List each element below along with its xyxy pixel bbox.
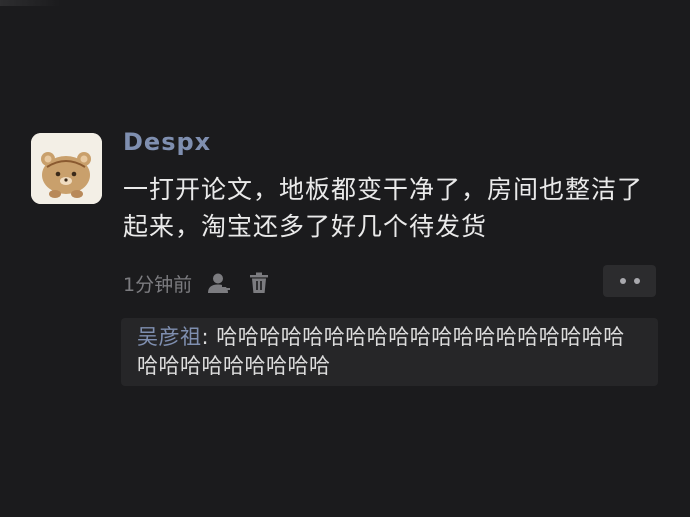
more-dots-icon (633, 278, 640, 284)
post-time: 1分钟前 (123, 273, 193, 296)
moment-post: Despx 一打开论文，地板都变干净了，房间也整洁了起来，淘宝还多了好几个待发货… (0, 0, 690, 517)
more-button[interactable] (603, 265, 656, 297)
avatar[interactable] (31, 133, 102, 204)
comment-author[interactable]: 吴彦祖 (137, 325, 202, 349)
bear-avatar-icon (31, 133, 102, 204)
trash-icon[interactable] (246, 270, 272, 296)
comment-separator: : (201, 325, 217, 349)
username[interactable]: Despx (123, 128, 211, 156)
more-dots-icon (619, 278, 626, 284)
comment-item[interactable]: 吴彦祖: 哈哈哈哈哈哈哈哈哈哈哈哈哈哈哈哈哈哈哈哈哈哈哈哈哈哈哈哈 (137, 323, 642, 381)
post-meta: 1分钟前 (123, 268, 272, 298)
person-icon[interactable] (206, 270, 232, 296)
post-content: 一打开论文，地板都变干净了，房间也整洁了起来，淘宝还多了好几个待发货 (123, 175, 644, 241)
